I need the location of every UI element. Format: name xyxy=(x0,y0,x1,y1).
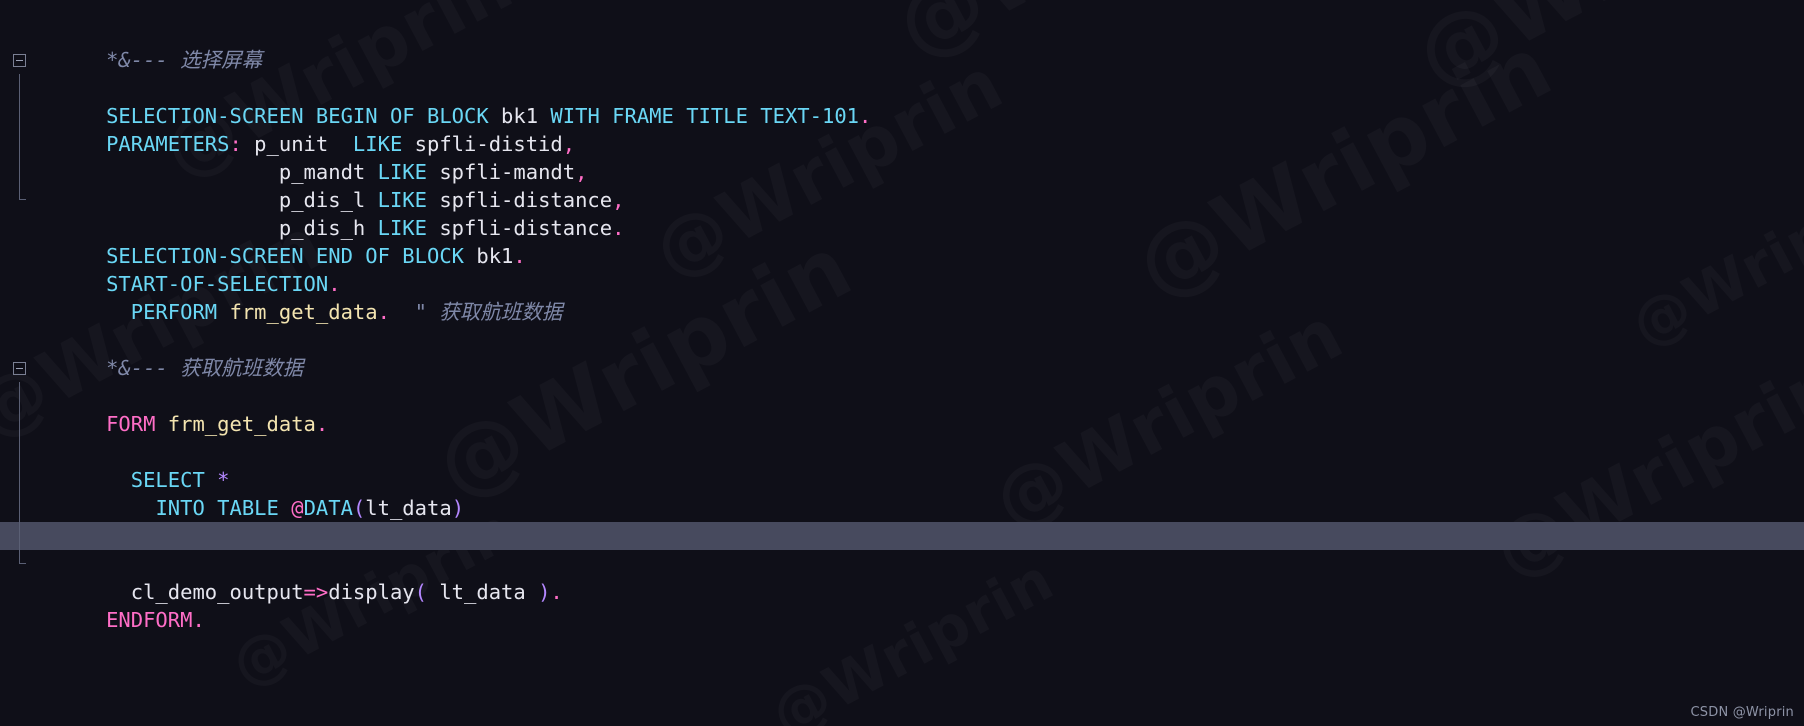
indent-guide xyxy=(19,74,20,102)
code-content[interactable]: *&--- 选择屏幕 SELECTION-SCREEN BEGIN OF BLO… xyxy=(0,0,1804,632)
indent-guide xyxy=(19,466,20,494)
fold-collapse-icon[interactable] xyxy=(13,362,26,375)
indent-guide xyxy=(19,130,20,158)
indent-guide xyxy=(19,186,26,200)
code-line[interactable]: SELECTION-SCREEN END OF BLOCK bk1. xyxy=(0,186,1804,268)
code-line[interactable]: START-OF-SELECTION. xyxy=(0,242,1804,296)
code-line[interactable]: SELECT * xyxy=(0,410,1804,492)
indent-guide xyxy=(19,550,26,564)
code-line[interactable]: *&--- 获取航班数据 xyxy=(0,326,1804,380)
code-line-blank[interactable] xyxy=(0,214,1804,242)
indent-guide xyxy=(19,382,20,410)
statement-dot: . xyxy=(192,608,205,632)
code-line[interactable]: *&--- 选择屏幕 xyxy=(0,18,1804,72)
code-line-blank[interactable] xyxy=(0,298,1804,326)
indent-guide xyxy=(19,410,20,438)
code-line-blank[interactable] xyxy=(0,382,1804,410)
code-line[interactable]: p_mandt LIKE spfli-mandt, xyxy=(0,102,1804,184)
indent-guide xyxy=(19,158,20,186)
code-line[interactable]: FROM zvdemo03( p_unit = @p_unit, p_dista… xyxy=(0,466,1804,548)
fold-collapse-icon[interactable] xyxy=(13,54,26,67)
code-line[interactable]: ENDFORM. xyxy=(0,578,1804,632)
csdn-credit: CSDN @Wriprin xyxy=(1690,705,1794,720)
code-line-blank[interactable] xyxy=(0,550,1804,578)
keyword-endform: ENDFORM xyxy=(106,608,193,632)
indent-guide xyxy=(19,438,20,466)
code-editor-window: @Wriprin @Wriprin @Wriprin @Wriprin @Wri… xyxy=(0,0,1804,726)
code-line[interactable]: SELECTION-SCREEN BEGIN OF BLOCK bk1 WITH… xyxy=(0,46,1804,128)
code-line[interactable]: PARAMETERS: p_unit LIKE spfli-distid, xyxy=(0,74,1804,156)
code-line[interactable]: p_dis_h LIKE spfli-distance. xyxy=(0,158,1804,240)
indent-guide xyxy=(19,102,20,130)
code-line[interactable]: INTO TABLE @DATA(lt_data) xyxy=(0,438,1804,520)
code-line[interactable]: FORM frm_get_data. xyxy=(0,354,1804,436)
indent-guide xyxy=(19,522,20,550)
indent-guide xyxy=(19,494,20,522)
code-line[interactable]: p_dis_l LIKE spfli-distance, xyxy=(0,130,1804,212)
code-line-blank[interactable] xyxy=(0,494,1804,522)
code-line[interactable]: PERFORM frm_get_data. " 获取航班数据 xyxy=(0,270,1804,324)
code-line-current[interactable]: cl_demo_output=>display( lt_data ). xyxy=(0,522,1804,604)
